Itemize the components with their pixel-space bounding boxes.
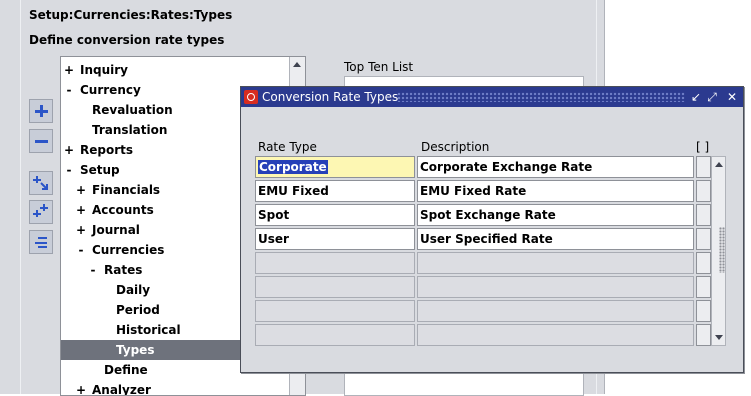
- expand-node-icon[interactable]: +: [75, 200, 87, 220]
- expand-button[interactable]: [29, 99, 53, 123]
- oracle-logo-icon: [244, 90, 258, 104]
- expand-all-button[interactable]: [29, 200, 53, 224]
- expand-branch-icon: [33, 176, 48, 190]
- rate-type-field[interactable]: [255, 300, 415, 322]
- tree-item-inquiry[interactable]: + Inquiry: [61, 60, 289, 80]
- description-field[interactable]: User Specified Rate: [417, 228, 694, 250]
- expand-node-icon[interactable]: +: [63, 140, 75, 160]
- descriptive-flexfield[interactable]: [696, 204, 711, 226]
- window-title-bar[interactable]: Conversion Rate Types ↙ ⤢ ✕: [241, 87, 743, 107]
- col-header-rate-type: Rate Type: [258, 140, 317, 154]
- description-field[interactable]: Spot Exchange Rate: [417, 204, 694, 226]
- descriptive-flexfield[interactable]: [696, 228, 711, 250]
- window-title: Conversion Rate Types: [262, 90, 399, 104]
- rate-type-field[interactable]: Corporate: [255, 156, 415, 178]
- collapse-all-icon: [35, 237, 47, 248]
- expand-node-icon[interactable]: +: [75, 180, 87, 200]
- description-field[interactable]: [417, 252, 694, 274]
- rate-type-field[interactable]: Spot: [255, 204, 415, 226]
- description-field[interactable]: [417, 300, 694, 322]
- expand-branch-button[interactable]: [29, 171, 53, 195]
- collapse-icon: [35, 140, 48, 143]
- maximize-icon[interactable]: ⤢: [705, 89, 719, 105]
- close-icon[interactable]: ✕: [725, 89, 739, 105]
- descriptive-flexfield[interactable]: [696, 324, 711, 346]
- minimize-icon[interactable]: ↙: [689, 89, 703, 105]
- tree-item-label: Currencies: [92, 243, 165, 257]
- scroll-up-icon[interactable]: [293, 62, 301, 67]
- rate-type-field[interactable]: User: [255, 228, 415, 250]
- descriptive-flexfield[interactable]: [696, 300, 711, 322]
- tree-item-label: Journal: [92, 223, 140, 237]
- collapse-node-icon[interactable]: -: [87, 260, 99, 280]
- rate-type-field[interactable]: [255, 324, 415, 346]
- resize-grip[interactable]: [719, 227, 725, 273]
- collapse-button[interactable]: [29, 129, 53, 153]
- tree-item-label: Financials: [92, 183, 161, 197]
- top-ten-label: Top Ten List: [344, 60, 414, 74]
- conversion-rate-types-window: Conversion Rate Types ↙ ⤢ ✕ Rate Type De…: [240, 86, 744, 373]
- descriptive-flexfield[interactable]: [696, 156, 711, 178]
- tree-item-label: Reports: [80, 143, 134, 157]
- expand-node-icon[interactable]: +: [75, 220, 87, 240]
- scroll-up-icon[interactable]: [715, 162, 723, 167]
- tree-item-label: Revaluation: [92, 103, 173, 117]
- tree-item-label: Types: [116, 343, 155, 357]
- descriptive-flexfield[interactable]: [696, 252, 711, 274]
- selected-text: Corporate: [258, 160, 328, 174]
- title-bar-texture: [397, 92, 685, 102]
- tree-item-label: Accounts: [92, 203, 154, 217]
- collapse-node-icon[interactable]: -: [63, 160, 75, 180]
- expand-node-icon[interactable]: +: [63, 60, 75, 80]
- description-field[interactable]: [417, 324, 694, 346]
- rate-type-field[interactable]: [255, 252, 415, 274]
- col-header-description: Description: [421, 140, 490, 154]
- tree-item-label: Define: [104, 363, 148, 377]
- collapse-all-button[interactable]: [29, 230, 53, 254]
- tree-item-label: Translation: [92, 123, 168, 137]
- navigator-subtitle: Define conversion rate types: [29, 33, 225, 47]
- collapse-node-icon[interactable]: -: [75, 240, 87, 260]
- rate-type-field[interactable]: EMU Fixed: [255, 180, 415, 202]
- scroll-down-icon[interactable]: [715, 335, 723, 340]
- descriptive-flexfield[interactable]: [696, 180, 711, 202]
- tree-item-label: Inquiry: [80, 63, 128, 77]
- col-header-flag: [ ]: [696, 140, 710, 154]
- expand-icon: [35, 105, 48, 117]
- tree-item-label: Historical: [116, 323, 181, 337]
- expand-all-icon: [33, 204, 48, 217]
- navigator-title: Setup:Currencies:Rates:Types: [29, 8, 233, 22]
- tree-item-label: Setup: [80, 163, 120, 177]
- tree-item-label: Currency: [80, 83, 141, 97]
- rate-type-field[interactable]: [255, 276, 415, 298]
- tree-item-label: Period: [116, 303, 160, 317]
- description-field[interactable]: EMU Fixed Rate: [417, 180, 694, 202]
- descriptive-flexfield[interactable]: [696, 276, 711, 298]
- collapse-node-icon[interactable]: -: [63, 80, 75, 100]
- description-field[interactable]: [417, 276, 694, 298]
- tree-item-label: Rates: [104, 263, 143, 277]
- tree-item-label: Daily: [116, 283, 151, 297]
- description-field[interactable]: Corporate Exchange Rate: [417, 156, 694, 178]
